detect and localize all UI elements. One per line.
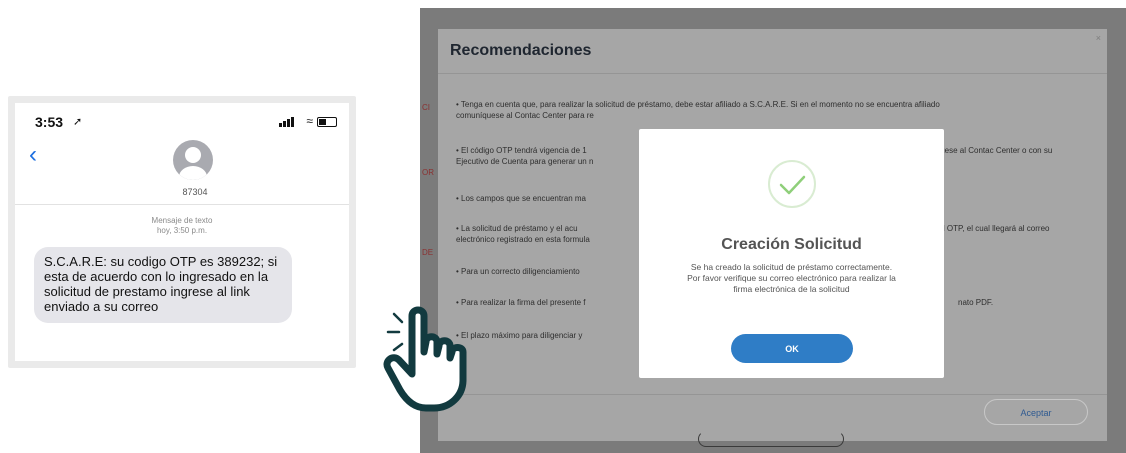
message-meta: Mensaje de texto hoy, 3:50 p.m. [15,216,349,236]
close-icon[interactable]: × [1096,33,1101,43]
header-divider [15,204,349,205]
dialog-message: Se ha creado la solicitud de préstamo co… [687,262,896,294]
recommendation-item: muníquese al Contac Center o con su [918,145,1098,156]
recommendation-text: guridad OTP, el cual llegará al correo [918,224,1050,233]
sms-screenshot: 3:53 ➚ ≈ ‹ 87304 Mensaje de texto hoy, 3… [8,96,356,368]
message-type-label: Mensaje de texto [151,216,213,225]
wifi-icon: ≈ [306,114,313,128]
message-timestamp: hoy, 3:50 p.m. [156,226,208,235]
recommendation-item: • Para un correcto diligenciamiento [456,266,636,277]
modal-title: Recomendaciones [450,42,592,59]
back-chevron-icon[interactable]: ‹ [29,143,37,167]
recommendation-text: nato PDF. [958,298,994,307]
dialog-title: Creación Solicitud [721,236,862,253]
contact-number[interactable]: 87304 [165,187,225,197]
recommendation-text: comuníquese al Contac Center para re [456,111,594,120]
recommendation-text: • Para realizar la firma del presente f [456,298,586,307]
recommendation-text: muníquese al Contac Center o con su [918,146,1053,155]
recommendation-item: • El código OTP tendrá vigencia de 1 Eje… [456,145,636,167]
recommendation-text: • El plazo máximo para diligenciar y [456,331,583,340]
recommendation-item: • Tenga en cuenta que, para realizar la … [456,99,1096,121]
background-fragment: DE [422,248,434,257]
battery-icon [317,117,337,127]
recommendation-item: nato PDF. [958,297,1078,308]
recommendation-item: • El plazo máximo para diligenciar y [456,330,636,341]
recommendations-modal: Recomendaciones × • Tenga en cuenta que,… [438,29,1107,441]
recommendation-item: guridad OTP, el cual llegará al correo [918,223,1098,234]
accept-button[interactable]: Aceptar [984,399,1088,425]
recommendation-item: • La solicitud de préstamo y el acu elec… [456,223,636,245]
contact-avatar-icon[interactable] [173,140,213,180]
background-button [698,431,844,447]
ok-button[interactable]: OK [731,334,853,363]
recommendation-item: • Para realizar la firma del presente f [456,297,636,308]
check-circle-icon [768,160,816,208]
message-bubble: S.C.A.R.E: su codigo OTP es 389232; si e… [34,247,292,323]
recommendation-text: • Tenga en cuenta que, para realizar la … [456,100,940,109]
modal-divider [438,73,1107,74]
recommendation-text: electrónico registrado en esta formula [456,235,590,244]
signal-icon [279,116,295,127]
modal-footer-divider [438,394,1107,395]
recommendation-text: Ejecutivo de Cuenta para generar un n [456,157,594,166]
recommendation-text: • Los campos que se encuentran ma [456,194,586,203]
status-time: 3:53 [35,114,64,130]
recommendation-item: • Los campos que se encuentran ma [456,193,636,204]
pointer-hand-icon [383,306,467,412]
location-arrow-icon: ➚ [73,116,83,128]
background-fragment: CI [422,103,430,112]
recommendation-text: • Para un correcto diligenciamiento [456,267,580,276]
success-dialog: Creación Solicitud Se ha creado la solic… [639,129,944,378]
background-fragment: OR [422,168,434,177]
status-bar: 3:53 ➚ ≈ [15,103,349,133]
recommendation-text: • La solicitud de préstamo y el acu [456,224,578,233]
recommendation-text: • El código OTP tendrá vigencia de 1 [456,146,587,155]
sms-screen: 3:53 ➚ ≈ ‹ 87304 Mensaje de texto hoy, 3… [15,103,349,361]
web-screenshot: CI OR DE Recomendaciones × • Tenga en cu… [420,8,1126,453]
